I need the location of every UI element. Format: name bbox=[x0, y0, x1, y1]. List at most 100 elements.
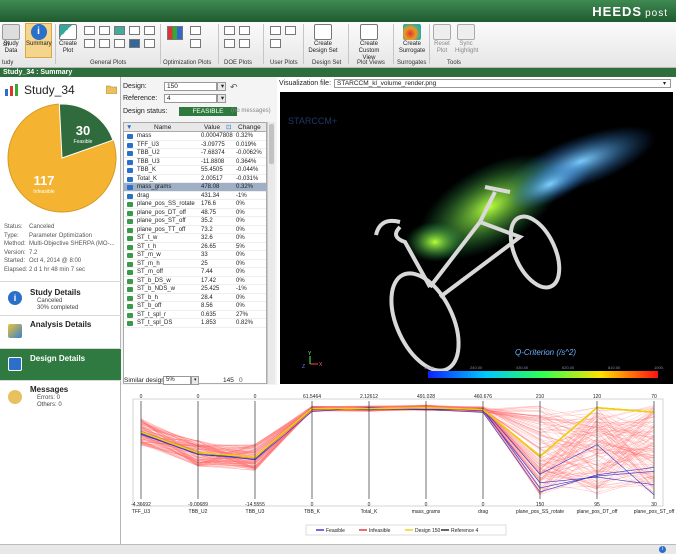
colorbar-tick: 240.00 bbox=[470, 365, 483, 370]
table-row[interactable]: plane_pos_SS_rotate 176.6 0% bbox=[124, 200, 266, 209]
col-header-value[interactable]: Value bbox=[204, 123, 220, 132]
refresh-button[interactable]: sh bbox=[0, 42, 12, 49]
reference-spinner[interactable]: ▾ bbox=[217, 94, 226, 103]
response-icon bbox=[127, 142, 133, 148]
contour-plot-icon[interactable] bbox=[99, 39, 110, 48]
pareto-plot-icon[interactable] bbox=[190, 26, 201, 35]
variable-icon bbox=[127, 321, 133, 326]
dropdown-chevron-icon[interactable]: ▾ bbox=[663, 80, 666, 87]
table-row[interactable]: plane_pos_TT_off 73.2 0% bbox=[124, 226, 266, 234]
axis-name-label: plane_pos_ST_off bbox=[634, 509, 675, 515]
axis-min-label: 30 bbox=[651, 502, 657, 508]
table-row[interactable]: ST_t_h 26.65 5% bbox=[124, 243, 266, 251]
table-row[interactable]: ST_t_spl_DS 1.853 0.82% bbox=[124, 319, 266, 328]
doe-interaction-icon[interactable] bbox=[239, 39, 250, 48]
reset-plot-button[interactable]: Reset Plot bbox=[432, 24, 452, 55]
table-row[interactable]: plane_pos_ST_off 35.2 0% bbox=[124, 217, 266, 226]
table-row[interactable]: ST_b_DS_w 17.42 0% bbox=[124, 277, 266, 285]
nav-analysis-details[interactable]: Analysis Details bbox=[0, 315, 121, 348]
analysis-icon bbox=[8, 324, 22, 338]
cell-value: -11.8808 bbox=[201, 158, 225, 165]
group-label-surrogates: Surrogates bbox=[397, 60, 427, 66]
group-label-study: tudy bbox=[2, 60, 14, 66]
doe-correlation-icon[interactable] bbox=[224, 39, 235, 48]
axis-min-label: -4.36692 bbox=[131, 502, 151, 508]
custom-view-icon bbox=[360, 24, 378, 40]
filter-icon[interactable]: ▼ bbox=[126, 123, 132, 132]
nav-messages[interactable]: Messages Errors: 0 Others: 0 bbox=[0, 380, 121, 412]
status-info-icon[interactable]: i bbox=[659, 546, 666, 553]
cell-name: mass_grams bbox=[137, 184, 172, 190]
cell-name: TBB_U3 bbox=[137, 158, 160, 165]
similar-designs-spinner[interactable]: ▾ bbox=[191, 376, 199, 385]
nav-design-details[interactable]: Design Details bbox=[0, 348, 121, 380]
surrogate-icon bbox=[403, 24, 421, 40]
grid-plot-icon[interactable] bbox=[114, 39, 125, 48]
study-chart-icon bbox=[5, 84, 18, 96]
cell-change: 0% bbox=[236, 226, 245, 233]
study-data-button[interactable]: Study Data bbox=[0, 24, 22, 55]
table-row[interactable]: ST_b_h 28.4 0% bbox=[124, 294, 266, 302]
create-plot-button[interactable]: Create Plot bbox=[57, 24, 79, 55]
response-icon bbox=[127, 151, 133, 156]
folder-icon[interactable] bbox=[106, 85, 117, 94]
sync-highlight-button[interactable]: Sync Highlight bbox=[455, 24, 478, 55]
table-row[interactable]: TBB_U2 -7.68374 -0.0062% bbox=[124, 149, 266, 158]
similar-designs-field[interactable]: 5% bbox=[163, 376, 191, 385]
design-spinner[interactable]: ▾ bbox=[217, 82, 226, 91]
table-row[interactable]: ST_b_off 8.56 0% bbox=[124, 302, 266, 311]
cell-name: ST_b_off bbox=[137, 303, 162, 309]
user-plot-1-icon[interactable] bbox=[270, 26, 281, 35]
table-row[interactable]: mass 0.00047808 0.32% bbox=[124, 132, 266, 141]
create-design-set-button[interactable]: Create Design Set bbox=[307, 24, 339, 55]
table-row[interactable]: ST_m_w 33 0% bbox=[124, 251, 266, 260]
tradeoff-plot-icon[interactable] bbox=[190, 39, 201, 48]
undo-icon[interactable]: ↶ bbox=[230, 82, 238, 93]
user-plot-3-icon[interactable] bbox=[270, 39, 281, 48]
viz-file-select[interactable]: STARCCM_kl_volume_render.png bbox=[334, 79, 671, 88]
axis-max-label: 70 bbox=[651, 394, 657, 400]
design-values-table: ▼ Name Value ⊡ Change mass 0.00047808 0.32… bbox=[123, 122, 267, 384]
table-row[interactable]: ST_t_spl_r 0.635 27% bbox=[124, 311, 266, 319]
nav-study-details[interactable]: i Study Details Canceled 30% completed bbox=[0, 281, 121, 315]
parallel-plot-panel: 0 -4.36692 TFF_U3 0 -9.00689 TBB_U2 0 -14.5555 T… bbox=[121, 385, 676, 554]
doe-effects-icon[interactable] bbox=[224, 26, 235, 35]
history-plot-icon[interactable] bbox=[167, 26, 183, 40]
col-header-name[interactable]: Name bbox=[154, 123, 171, 132]
table-row[interactable]: ST_b_NDS_w 25.425 -1% bbox=[124, 285, 266, 294]
table-row[interactable]: mass_grams 478.08 0.32% bbox=[124, 183, 266, 192]
summary-button[interactable]: i Summary bbox=[25, 23, 52, 58]
reference-field[interactable]: 4 bbox=[164, 94, 217, 103]
surface-plot-icon[interactable] bbox=[84, 39, 95, 48]
table-row[interactable]: plane_pos_DT_off 48.75 0% bbox=[124, 209, 266, 217]
legend-entry: Feasible bbox=[326, 528, 345, 534]
table-row[interactable]: ST_m_h 25 0% bbox=[124, 260, 266, 268]
area-plot-icon[interactable] bbox=[114, 26, 125, 35]
table-row[interactable]: TBB_K 55.4505 -0.044% bbox=[124, 166, 266, 175]
table-row[interactable]: TBB_U3 -11.8808 0.364% bbox=[124, 158, 266, 166]
create-custom-view-button[interactable]: Create Custom View bbox=[353, 24, 385, 62]
design-number-field[interactable]: 150 bbox=[164, 82, 217, 91]
line-plot-icon[interactable] bbox=[99, 26, 110, 35]
bar-chart-icon[interactable] bbox=[129, 39, 140, 48]
table-row[interactable]: ST_m_off 7.44 0% bbox=[124, 268, 266, 277]
col-header-change[interactable]: Change bbox=[238, 123, 261, 132]
status-bar: i bbox=[0, 544, 676, 554]
table-row[interactable]: ST_t_w 32.6 0% bbox=[124, 234, 266, 243]
meta-type: Type: Parameter Optimization bbox=[4, 232, 93, 239]
user-plot-2-icon[interactable] bbox=[285, 26, 296, 35]
table-row[interactable]: Total_K 2.00517 -0.031% bbox=[124, 175, 266, 183]
cell-name: TFF_U3 bbox=[137, 141, 160, 148]
table-row[interactable]: TFF_U3 -3.09775 0.019% bbox=[124, 141, 266, 149]
table-row[interactable]: drag 431.34 -1% bbox=[124, 192, 266, 200]
pie-plot-icon[interactable] bbox=[129, 26, 140, 35]
table-scrollbar[interactable] bbox=[267, 122, 275, 384]
parallel-plot-icon[interactable] bbox=[144, 26, 155, 35]
scatter-plot-icon[interactable] bbox=[84, 26, 95, 35]
doe-sensitivity-icon[interactable] bbox=[239, 26, 250, 35]
scroll-thumb[interactable] bbox=[269, 124, 274, 164]
create-surrogate-button[interactable]: Create Surrogate bbox=[397, 24, 427, 55]
cell-name: ST_b_h bbox=[137, 294, 159, 301]
table-plot-icon[interactable] bbox=[144, 39, 155, 48]
cell-value: -3.09775 bbox=[201, 141, 225, 148]
